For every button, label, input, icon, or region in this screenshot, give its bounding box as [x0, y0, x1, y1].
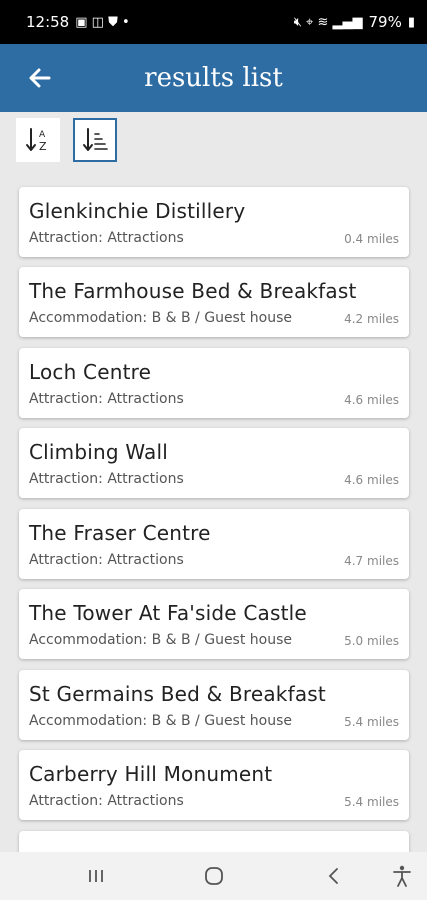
- sort-distance-button[interactable]: [73, 118, 117, 162]
- results-list[interactable]: Glenkinchie Distillery Attraction: Attra…: [0, 170, 427, 852]
- battery-level: 79%: [368, 13, 402, 31]
- result-category: Attraction: Attractions: [29, 230, 184, 246]
- system-back-button[interactable]: [318, 860, 350, 892]
- result-title: Climbing Wall: [29, 440, 169, 464]
- list-item-partial[interactable]: [19, 831, 409, 852]
- result-title: Glenkinchie Distillery: [29, 199, 246, 223]
- result-distance: 4.6 miles: [344, 393, 399, 407]
- list-item[interactable]: Loch Centre Attraction: Attractions 4.6 …: [19, 348, 409, 418]
- result-distance: 5.4 miles: [344, 795, 399, 809]
- chevron-left-icon: [328, 868, 338, 884]
- status-time: 12:58: [26, 13, 70, 31]
- status-right: 🔇︎ ⌖ ≋ ▂▄▆ 79% ▮: [294, 13, 415, 31]
- list-item[interactable]: St Germains Bed & Breakfast Accommodatio…: [19, 670, 409, 740]
- sort-distance-icon: [83, 128, 108, 151]
- page-title: results list: [144, 63, 283, 93]
- status-bar: 12:58 ▣ ◫ ⛊ • 🔇︎ ⌖ ≋ ▂▄▆ 79% ▮: [0, 0, 427, 44]
- home-icon: [205, 867, 223, 885]
- result-title: The Farmhouse Bed & Breakfast: [29, 279, 357, 303]
- list-item[interactable]: The Farmhouse Bed & Breakfast Accommodat…: [19, 267, 409, 337]
- result-title: The Tower At Fa'side Castle: [29, 601, 307, 625]
- list-item[interactable]: The Fraser Centre Attraction: Attraction…: [19, 509, 409, 579]
- accessibility-button[interactable]: [386, 860, 418, 892]
- app-bar: results list: [0, 44, 427, 112]
- result-category: Accommodation: B & B / Guest house: [29, 310, 293, 326]
- svg-text:Z: Z: [39, 140, 47, 153]
- list-item[interactable]: Glenkinchie Distillery Attraction: Attra…: [19, 187, 409, 257]
- result-distance: 5.0 miles: [344, 634, 399, 648]
- sort-alphabetical-button[interactable]: A Z: [16, 118, 60, 162]
- result-title: Carberry Hill Monument: [29, 762, 273, 786]
- result-title: Loch Centre: [29, 360, 152, 384]
- result-distance: 0.4 miles: [344, 232, 399, 246]
- list-item[interactable]: Climbing Wall Attraction: Attractions 4.…: [19, 428, 409, 498]
- list-item[interactable]: Carberry Hill Monument Attraction: Attra…: [19, 750, 409, 820]
- result-title: St Germains Bed & Breakfast: [29, 682, 326, 706]
- home-button[interactable]: [198, 860, 230, 892]
- list-item[interactable]: The Tower At Fa'side Castle Accommodatio…: [19, 589, 409, 659]
- result-title: The Fraser Centre: [29, 521, 211, 545]
- accessibility-icon: [393, 865, 411, 887]
- sort-alphabetical-icon: A Z: [26, 128, 47, 153]
- arrow-left-icon: [29, 68, 51, 88]
- notification-icons: ▣ ◫ ⛊ •: [75, 14, 130, 30]
- result-category: Attraction: Attractions: [29, 552, 184, 568]
- result-category: Attraction: Attractions: [29, 471, 184, 487]
- result-category: Accommodation: B & B / Guest house: [29, 713, 293, 729]
- result-distance: 4.2 miles: [344, 312, 399, 326]
- result-distance: 4.7 miles: [344, 554, 399, 568]
- result-distance: 5.4 miles: [344, 715, 399, 729]
- battery-icon: ▮: [407, 14, 415, 30]
- sort-toolbar: A Z: [0, 112, 427, 170]
- result-category: Accommodation: B & B / Guest house: [29, 632, 293, 648]
- result-distance: 4.6 miles: [344, 473, 399, 487]
- status-left: 12:58 ▣ ◫ ⛊ •: [26, 13, 130, 31]
- recent-apps-button[interactable]: [80, 860, 112, 892]
- recent-apps-icon: [89, 870, 103, 882]
- signal-icons: 🔇︎ ⌖ ≋ ▂▄▆: [293, 14, 363, 30]
- system-nav-bar: [0, 852, 427, 900]
- result-category: Attraction: Attractions: [29, 391, 184, 407]
- result-category: Attraction: Attractions: [29, 793, 184, 809]
- back-button[interactable]: [24, 58, 56, 98]
- svg-text:A: A: [39, 130, 46, 140]
